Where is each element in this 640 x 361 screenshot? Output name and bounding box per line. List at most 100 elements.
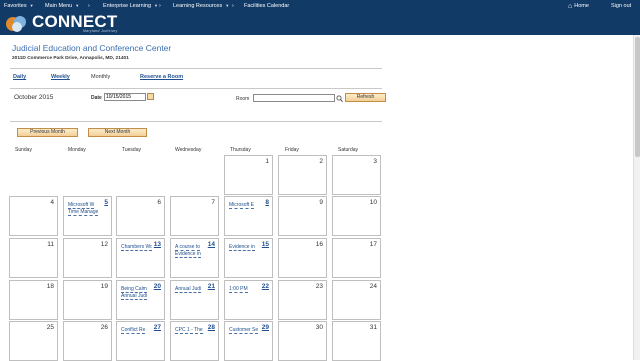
event-link[interactable]: Chambers Wo: [121, 244, 152, 251]
divider: [10, 88, 382, 89]
day-cell-16[interactable]: 16: [278, 238, 327, 278]
day-cell-3[interactable]: 3: [332, 155, 381, 195]
search-icon[interactable]: [336, 95, 343, 102]
date-input[interactable]: [104, 93, 146, 101]
day-cell-2[interactable]: 2: [278, 155, 327, 195]
day-number: 7: [211, 199, 215, 206]
breadcrumb-enterprise-learning[interactable]: Enterprise Learning ▼: [103, 3, 158, 9]
day-number-link[interactable]: 22: [262, 283, 269, 290]
event-link[interactable]: Microsoft E: [229, 202, 255, 209]
day-cell-10[interactable]: 10: [332, 196, 381, 236]
calendar-picker-icon[interactable]: [147, 93, 154, 100]
chevron-down-icon: ▼: [154, 3, 158, 8]
day-cell-28[interactable]: 28 CPC 1 - The: [170, 321, 219, 361]
view-daily-link: Daily: [13, 74, 26, 80]
day-cell-7[interactable]: 7: [170, 196, 219, 236]
day-cell-29[interactable]: 29 Customer Se: [224, 321, 273, 361]
day-cell-1[interactable]: 1: [224, 155, 273, 195]
event-link[interactable]: A course to: [175, 244, 201, 251]
daily-link[interactable]: Daily: [13, 74, 26, 80]
day-number-link[interactable]: 8: [265, 199, 269, 206]
day-cell-11[interactable]: 11: [9, 238, 58, 278]
day-number: 11: [47, 241, 54, 248]
day-number: 4: [50, 199, 54, 206]
dayname-friday: Friday: [285, 147, 299, 153]
divider: [10, 121, 382, 122]
sign-out-link[interactable]: Sign out: [611, 3, 631, 9]
day-number: 12: [100, 241, 108, 248]
day-cell-13[interactable]: 13 Chambers Wo: [116, 238, 165, 278]
event-link[interactable]: Evidence in: [175, 251, 201, 258]
day-cell-27[interactable]: 27 Conflict Re: [116, 321, 165, 361]
dayname-saturday: Saturday: [338, 147, 359, 153]
day-cell-8[interactable]: 8 Microsoft E: [224, 196, 273, 236]
next-month-button[interactable]: Next Month: [88, 128, 147, 137]
previous-month-button[interactable]: Previous Month: [17, 128, 78, 137]
main-menu[interactable]: Main Menu ▼: [45, 3, 79, 9]
day-number-link[interactable]: 28: [208, 324, 215, 331]
event-link[interactable]: Annual Judi: [175, 286, 202, 293]
event-link[interactable]: Time Manage: [68, 209, 99, 216]
day-cell-19[interactable]: 19: [63, 280, 112, 320]
event-link[interactable]: 1:00 PM: [229, 286, 248, 293]
day-cell-20[interactable]: 20 Being Calm Annual Judi: [116, 280, 165, 320]
day-number: 1: [265, 158, 269, 165]
day-cell-14[interactable]: 14 A course to Evidence in: [170, 238, 219, 278]
day-cell-4[interactable]: 4: [9, 196, 58, 236]
event-link[interactable]: Annual Judi: [121, 293, 148, 300]
dayname-thursday: Thursday: [230, 147, 251, 153]
day-cell-18[interactable]: 18: [9, 280, 58, 320]
home-link[interactable]: ⌂ Home: [568, 3, 589, 10]
day-cell-22[interactable]: 22 1:00 PM: [224, 280, 273, 320]
day-number-link[interactable]: 13: [154, 241, 161, 248]
breadcrumb-learning-resources[interactable]: Learning Resources ▼: [173, 3, 229, 9]
reserve-room-link[interactable]: Reserve a Room: [140, 74, 183, 80]
event-link[interactable]: Being Calm: [121, 286, 147, 293]
event-link[interactable]: Evidence in: [229, 244, 255, 251]
day-cell-17[interactable]: 17: [332, 238, 381, 278]
day-cell-23[interactable]: 23: [278, 280, 327, 320]
day-number-link[interactable]: 14: [208, 241, 215, 248]
day-number-link[interactable]: 5: [104, 199, 108, 206]
connect-logo[interactable]: CONNECT Maryland Judiciary: [5, 13, 125, 34]
connect-logo-icon: [6, 16, 26, 32]
day-cell-24[interactable]: 24: [332, 280, 381, 320]
top-nav-bar: Favorites ▼ Main Menu ▼ › Enterprise Learn…: [0, 0, 640, 12]
favorites-menu[interactable]: Favorites ▼: [4, 3, 34, 9]
day-cell-21[interactable]: 21 Annual Judi: [170, 280, 219, 320]
dayname-sunday: Sunday: [15, 147, 32, 153]
vertical-scrollbar[interactable]: [633, 35, 640, 360]
breadcrumb-separator: ›: [88, 3, 90, 9]
weekly-link[interactable]: Weekly: [51, 74, 70, 80]
day-cell-25[interactable]: 25: [9, 321, 58, 361]
day-number: 26: [100, 324, 108, 331]
room-label: Room: [236, 96, 250, 102]
day-number-link[interactable]: 15: [262, 241, 269, 248]
event-link[interactable]: CPC 1 - The: [175, 327, 203, 334]
facility-address: 2011D Commerce Park Drive, Annapolis, MD…: [12, 56, 129, 61]
day-cell-6[interactable]: 6: [116, 196, 165, 236]
scrollbar-thumb[interactable]: [635, 37, 640, 157]
day-cell-26[interactable]: 26: [63, 321, 112, 361]
day-cell-31[interactable]: 31: [332, 321, 381, 361]
day-number-link[interactable]: 21: [208, 283, 215, 290]
breadcrumb-facilities-calendar[interactable]: Facilities Calendar: [244, 3, 289, 9]
event-link[interactable]: Customer Se: [229, 327, 259, 334]
day-cell-15[interactable]: 15 Evidence in: [224, 238, 273, 278]
day-cell-9[interactable]: 9: [278, 196, 327, 236]
day-number-link[interactable]: 27: [154, 324, 161, 331]
logo-text: CONNECT: [32, 12, 118, 31]
day-number: 23: [315, 283, 323, 290]
room-input[interactable]: [253, 94, 335, 102]
event-link[interactable]: Conflict Re: [121, 327, 146, 334]
day-number: 31: [369, 324, 377, 331]
day-number: 18: [46, 283, 54, 290]
day-cell-30[interactable]: 30: [278, 321, 327, 361]
day-cell-5[interactable]: 5 Microsoft W Time Manage: [63, 196, 112, 236]
refresh-button[interactable]: Refresh: [345, 93, 386, 102]
event-link[interactable]: Microsoft W: [68, 202, 95, 209]
day-cell-12[interactable]: 12: [63, 238, 112, 278]
day-number-link[interactable]: 20: [154, 283, 161, 290]
day-number-link[interactable]: 29: [262, 324, 269, 331]
learning-resources-label: Learning Resources: [173, 3, 223, 9]
